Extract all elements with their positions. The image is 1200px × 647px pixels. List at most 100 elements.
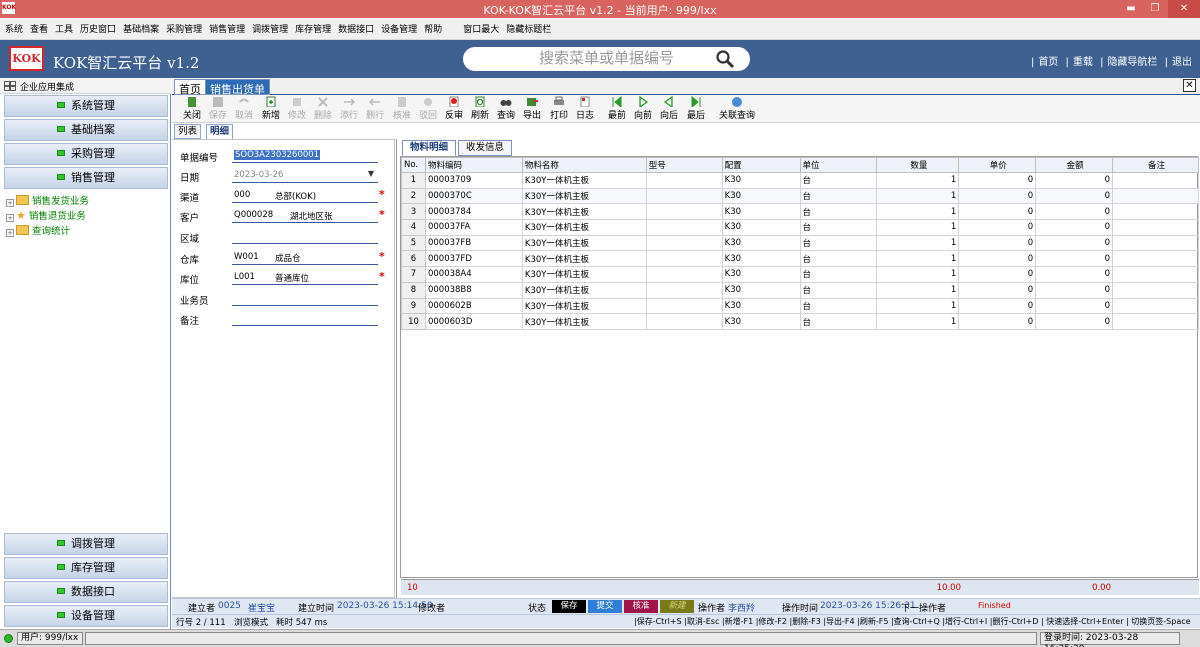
table-cell[interactable] [645,172,723,189]
add-row-button[interactable]: 添行 [336,96,362,121]
expand-icon[interactable]: + [6,229,14,237]
tab-material-detail[interactable]: 物料明细 [402,140,456,156]
table-cell[interactable]: 台 [799,203,878,221]
table-cell[interactable]: 0 [1035,172,1114,189]
table-cell[interactable]: K30 [721,297,801,315]
col-header-price[interactable]: 单价 [958,157,1037,173]
table-cell[interactable]: 00003784 [424,203,523,221]
delete-button[interactable]: 删除 [310,96,336,121]
table-cell[interactable] [645,234,723,252]
table-cell[interactable]: 1 [876,203,960,221]
table-cell[interactable] [645,266,723,283]
table-cell[interactable]: 000037FA [424,219,523,236]
query-button[interactable]: 查询 [493,96,519,121]
menu-help[interactable]: 帮助 [419,18,444,35]
table-cell[interactable] [1112,313,1199,330]
table-cell[interactable]: 000037FD [424,250,523,268]
module-data-interface[interactable]: 数据接口 [4,581,168,603]
table-cell[interactable] [1112,219,1199,236]
salesperson-field[interactable] [232,291,378,306]
table-cell[interactable]: K30Y一体机主板 [521,234,647,252]
table-cell[interactable]: 台 [799,266,878,283]
table-cell[interactable]: 0 [958,172,1037,189]
save-button[interactable]: 保存 [205,96,231,121]
table-cell[interactable]: 0000602B [424,297,523,315]
module-inventory[interactable]: 库存管理 [4,557,168,579]
table-cell[interactable]: 0 [958,313,1037,330]
date-field[interactable]: 2023-03-26 ▼ [232,168,378,183]
table-cell[interactable]: 000038B8 [424,281,523,299]
table-cell[interactable]: 台 [799,250,878,268]
table-row[interactable]: 4 000037FA K30Y一体机主板 K30 台 1 0 0 [401,219,1199,236]
tab-list[interactable]: 列表 [174,124,202,139]
tab-sales-delivery[interactable]: 销售出货单 [205,79,270,96]
table-cell[interactable]: K30 [721,203,801,221]
log-button[interactable]: 日志 [572,96,598,121]
table-cell[interactable]: 0 [958,250,1037,268]
module-basic-records[interactable]: 基础档案 [4,119,168,141]
table-cell[interactable]: 0 [1035,266,1114,283]
menu-tools[interactable]: 工具 [50,18,75,35]
menu-transfer[interactable]: 调拨管理 [247,18,290,35]
menu-inventory[interactable]: 库存管理 [290,18,333,35]
hide-nav-link[interactable]: 隐藏导航栏 [1107,57,1157,68]
table-cell[interactable]: 0 [1035,281,1114,299]
table-row[interactable]: 3 00003784 K30Y一体机主板 K30 台 1 0 0 [401,203,1199,221]
table-cell[interactable]: 1 [876,250,960,268]
table-cell[interactable]: K30Y一体机主板 [521,172,647,189]
col-header-amount[interactable]: 金额 [1035,157,1114,173]
col-header-config[interactable]: 配置 [721,157,801,173]
table-cell[interactable]: 1 [876,266,960,283]
unapprove-button[interactable]: 反审 [441,96,467,121]
module-system[interactable]: 系统管理 [4,95,168,117]
table-cell[interactable]: 1 [876,281,960,299]
table-cell[interactable]: 0 [1035,219,1114,236]
first-record-button[interactable]: 最前 [604,96,630,121]
table-cell[interactable]: K30 [721,250,801,268]
tree-item-sales-return[interactable]: + ★ 销售退货业务 [6,208,86,222]
table-cell[interactable]: K30Y一体机主板 [521,313,647,330]
table-cell[interactable]: 0 [958,266,1037,283]
table-cell[interactable]: 0 [958,219,1037,236]
table-row[interactable]: 10 0000603D K30Y一体机主板 K30 台 1 0 0 [401,313,1199,330]
table-cell[interactable]: K30Y一体机主板 [521,281,647,299]
table-cell[interactable]: 台 [799,172,878,189]
table-cell[interactable]: 0 [958,234,1037,252]
doc-no-field[interactable]: SOO3A2303260001 [232,148,378,163]
table-cell[interactable] [645,281,723,299]
approve-button[interactable]: 核准 [389,96,415,121]
table-cell[interactable] [1112,172,1199,189]
table-cell[interactable] [1112,297,1199,315]
menu-sales[interactable]: 销售管理 [204,18,247,35]
module-purchase[interactable]: 采购管理 [4,143,168,165]
search-icon[interactable] [715,49,735,69]
module-transfer[interactable]: 调拨管理 [4,533,168,555]
table-cell[interactable] [1112,203,1199,221]
table-cell[interactable]: 0 [1035,203,1114,221]
table-cell[interactable]: K30Y一体机主板 [521,250,647,268]
delete-row-button[interactable]: 删行 [362,96,388,121]
table-cell[interactable] [645,297,723,315]
col-header-material-code[interactable]: 物料编码 [424,157,523,173]
table-cell[interactable]: 1 [876,219,960,236]
table-cell[interactable]: 台 [799,313,878,330]
close-tab-button[interactable]: ✕ [1183,79,1196,92]
table-row[interactable]: 2 0000370C K30Y一体机主板 K30 台 1 0 0 [401,187,1199,205]
tab-home[interactable]: 首页 [174,79,206,96]
home-link[interactable]: 首页 [1038,57,1058,68]
tree-item-sales-delivery[interactable]: + 销售发货业务 [6,193,89,207]
next-record-button[interactable]: 向前 [630,96,656,121]
table-cell[interactable]: K30Y一体机主板 [521,219,647,236]
table-cell[interactable]: 000038A4 [424,266,523,283]
col-header-unit[interactable]: 单位 [799,157,878,173]
table-row[interactable]: 7 000038A4 K30Y一体机主板 K30 台 1 0 0 [401,266,1199,283]
menu-equipment[interactable]: 设备管理 [376,18,419,35]
table-cell[interactable] [1112,281,1199,299]
table-cell[interactable]: 1 [876,187,960,205]
logout-link[interactable]: 退出 [1172,57,1192,68]
table-cell[interactable]: 0000603D [424,313,523,330]
menu-data-interface[interactable]: 数据接口 [333,18,376,35]
export-button[interactable]: 导出 [519,96,545,121]
table-cell[interactable]: 00003709 [424,172,523,189]
table-cell[interactable]: 1 [876,313,960,330]
